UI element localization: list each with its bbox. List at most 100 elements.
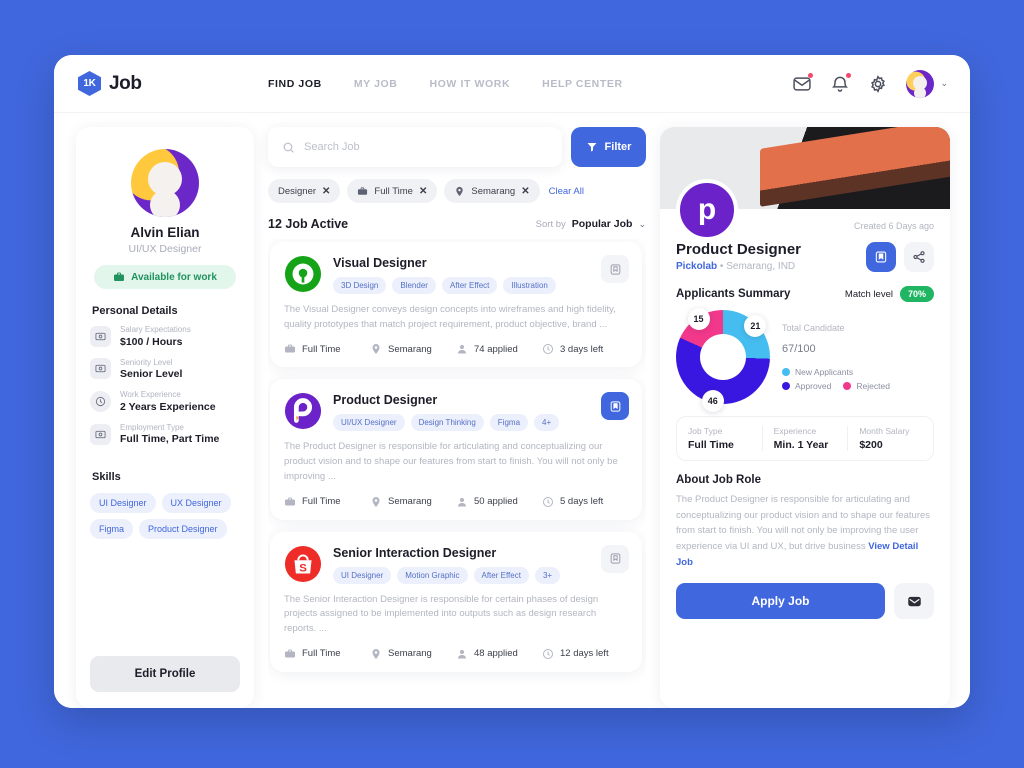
share-icon[interactable] bbox=[904, 242, 934, 272]
pickolab-logo-icon: p bbox=[676, 179, 738, 241]
job-card-product-designer[interactable]: Product Designer UI/UX Designer Design T… bbox=[270, 379, 642, 520]
chevron-down-icon: ⌄ bbox=[638, 218, 646, 229]
search-box[interactable] bbox=[268, 127, 562, 167]
detail-row-seniority: Seniority Level Senior Level bbox=[90, 358, 240, 380]
message-icon[interactable] bbox=[894, 583, 934, 620]
badge-icon bbox=[90, 358, 111, 380]
job-tag[interactable]: 3+ bbox=[534, 566, 561, 584]
legend-new-applicants: New Applicants bbox=[782, 367, 853, 377]
total-candidate-label: Total Candidate bbox=[782, 323, 845, 333]
close-icon[interactable]: ✕ bbox=[419, 186, 427, 197]
job-tag[interactable]: Motion Graphic bbox=[397, 566, 468, 584]
meta-label: Semarang bbox=[388, 496, 432, 508]
main-nav: FIND JOB MY JOB HOW IT WORK HELP CENTER bbox=[268, 78, 792, 90]
legend-label: Approved bbox=[795, 381, 832, 391]
detail-job-title: Product Designer bbox=[676, 241, 802, 258]
bookmark-icon[interactable] bbox=[601, 392, 629, 421]
chip-full-time[interactable]: Full Time ✕ bbox=[347, 179, 438, 203]
job-detail-panel: p Created 6 Days ago Product Designer Pi… bbox=[660, 127, 950, 708]
sort-value: Popular Job bbox=[571, 218, 633, 230]
shopee-logo-icon: S bbox=[284, 545, 322, 583]
gear-icon[interactable] bbox=[868, 74, 888, 94]
detail-value: 2 Years Experience bbox=[120, 400, 216, 413]
apply-job-button[interactable]: Apply Job bbox=[676, 583, 885, 620]
brand-logo[interactable]: 1K Job bbox=[78, 71, 268, 96]
meta-location: Semarang bbox=[370, 496, 456, 508]
pin-icon bbox=[372, 648, 380, 659]
job-card-senior-interaction-designer[interactable]: S Senior Interaction Designer UI Designe… bbox=[270, 531, 642, 672]
job-count: 12 Job Active bbox=[268, 217, 349, 231]
job-header: Product Designer UI/UX Designer Design T… bbox=[284, 392, 628, 432]
user-menu[interactable]: ⌄ bbox=[906, 69, 948, 98]
briefcase-icon bbox=[285, 497, 295, 506]
chip-semarang[interactable]: Semarang ✕ bbox=[444, 179, 540, 203]
bookmark-icon[interactable] bbox=[866, 242, 896, 272]
bell-icon[interactable] bbox=[830, 72, 852, 94]
job-tag[interactable]: Design Thinking bbox=[410, 414, 484, 432]
mail-icon[interactable] bbox=[792, 72, 814, 94]
chip-label: Semarang bbox=[471, 185, 516, 197]
skill-chip[interactable]: UX Designer bbox=[161, 493, 231, 514]
job-tag[interactable]: After Effect bbox=[441, 277, 498, 294]
meta-label: 48 applied bbox=[474, 648, 518, 660]
job-meta: Full Time Semarang 50 applied 5 days lef… bbox=[284, 496, 628, 508]
search-row: Filter bbox=[268, 127, 646, 167]
skill-chip[interactable]: Figma bbox=[90, 519, 134, 540]
match-label: Match level bbox=[844, 288, 893, 300]
meta-label: Full Time bbox=[302, 343, 341, 355]
filter-button[interactable]: Filter bbox=[571, 127, 646, 167]
chip-designer[interactable]: Designer ✕ bbox=[268, 179, 341, 203]
search-input[interactable] bbox=[304, 141, 548, 153]
legend-swatch bbox=[782, 368, 790, 376]
info-label: Job Type bbox=[688, 426, 723, 436]
job-tag[interactable]: 3D Design bbox=[333, 277, 387, 294]
info-value: Full Time bbox=[688, 439, 734, 451]
job-title: Product Designer bbox=[333, 393, 438, 408]
nav-item-my-job[interactable]: MY JOB bbox=[354, 78, 398, 90]
detail-value: Full Time, Part Time bbox=[120, 433, 220, 446]
meta-label: Semarang bbox=[388, 648, 432, 660]
about-job-role-text: The Product Designer is responsible for … bbox=[676, 494, 931, 568]
chart-legend: New Applicants Approved Rejected bbox=[782, 367, 934, 391]
job-tag[interactable]: UI/UX Designer bbox=[333, 414, 405, 432]
job-tag[interactable]: UI Designer bbox=[333, 566, 392, 584]
nav-item-find-job[interactable]: FIND JOB bbox=[268, 78, 322, 90]
legend-swatch bbox=[782, 382, 790, 390]
skill-chip[interactable]: UI Designer bbox=[90, 493, 156, 514]
info-job-type: Job Type Full Time bbox=[677, 426, 763, 451]
job-tag[interactable]: Illustration bbox=[503, 277, 556, 294]
bookmark-icon[interactable] bbox=[601, 544, 629, 573]
info-label: Experience bbox=[773, 426, 817, 436]
nav-item-how-it-work[interactable]: HOW IT WORK bbox=[429, 78, 510, 90]
sort-dropdown[interactable]: Sort by Popular Job ⌄ bbox=[536, 218, 646, 230]
close-icon[interactable]: ✕ bbox=[322, 186, 330, 197]
info-experience: Experience Min. 1 Year bbox=[763, 426, 849, 451]
legend-swatch bbox=[843, 382, 852, 390]
job-card-visual-designer[interactable]: Visual Designer 3D Design Blender After … bbox=[270, 242, 642, 368]
skill-chip[interactable]: Product Designer bbox=[139, 519, 227, 540]
legend-rejected: Rejected bbox=[843, 381, 890, 391]
availability-badge[interactable]: Available for work bbox=[94, 265, 236, 289]
bookmark-icon[interactable] bbox=[601, 255, 629, 283]
job-tag[interactable]: After Effect bbox=[473, 566, 529, 584]
job-tag[interactable]: 4+ bbox=[534, 414, 560, 432]
nav-item-help-center[interactable]: HELP CENTER bbox=[542, 78, 623, 90]
meta-deadline: 3 days left bbox=[542, 343, 628, 355]
applicants-chart-row: 21 46 15 Total Candidate 67/100 New Appl… bbox=[676, 308, 934, 412]
detail-company[interactable]: Pickolab bbox=[676, 261, 717, 272]
meta-label: 12 days left bbox=[560, 648, 609, 660]
meta-label: 50 applied bbox=[474, 496, 518, 508]
job-tag[interactable]: Blender bbox=[392, 277, 436, 294]
job-list[interactable]: Visual Designer 3D Design Blender After … bbox=[268, 239, 646, 708]
close-icon[interactable]: ✕ bbox=[521, 186, 529, 197]
sort-label: Sort by bbox=[535, 218, 566, 230]
search-icon bbox=[283, 142, 294, 153]
job-tag[interactable]: Figma bbox=[489, 414, 529, 432]
detail-row-experience: Work Experience 2 Years Experience bbox=[90, 390, 240, 413]
detail-separator: • bbox=[719, 261, 724, 272]
edit-profile-button[interactable]: Edit Profile bbox=[90, 656, 240, 692]
clear-all-link[interactable]: Clear All bbox=[549, 186, 584, 197]
header-actions: ⌄ bbox=[792, 69, 948, 98]
meta-type: Full Time bbox=[284, 496, 370, 508]
detail-title-row: Product Designer Pickolab • Semarang, IN… bbox=[676, 241, 934, 272]
